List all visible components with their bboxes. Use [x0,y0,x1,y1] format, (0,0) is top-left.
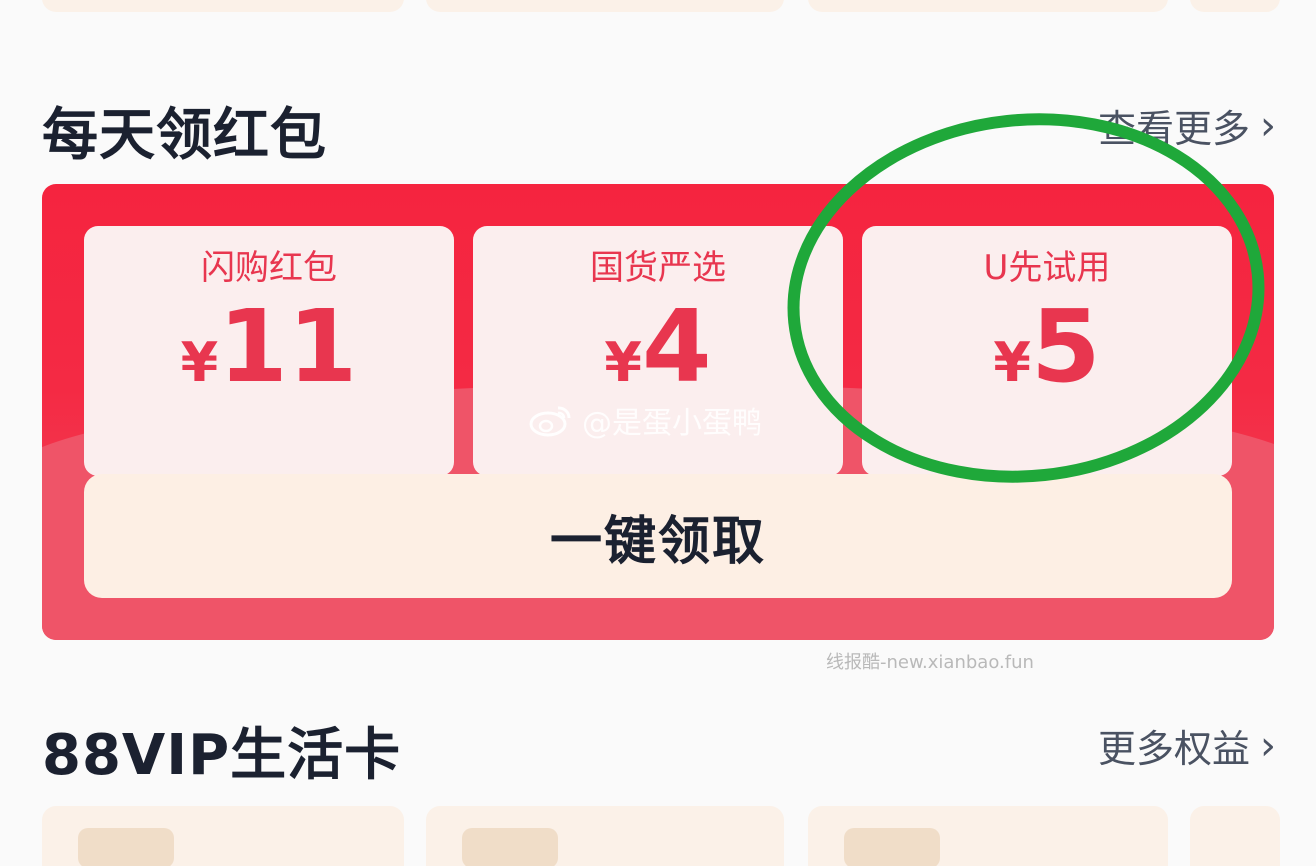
coupon-name: 国货严选 [590,248,726,288]
coupon-amount: ¥11 [84,288,454,405]
chevron-right-icon: › [1260,102,1276,149]
site-watermark: 线报酷-new.xianbao.fun [826,652,1034,673]
coupon-name: 闪购红包 [201,248,337,288]
currency-symbol: ¥ [604,331,642,394]
coupon-value: 5 [1030,288,1101,405]
coupon-value: 4 [641,288,712,405]
more-benefits-link[interactable]: 更多权益 › [1098,718,1276,773]
life-card-section-title: 88VIP生活卡 [42,723,402,788]
benefit-card[interactable] [808,806,1168,866]
top-card[interactable] [1190,0,1280,12]
benefit-card[interactable] [42,806,404,866]
red-packet-section-title: 每天领红包 [42,103,327,168]
top-card[interactable] [42,0,404,12]
view-more-link[interactable]: 查看更多 › [1098,98,1276,153]
more-benefits-label: 更多权益 [1097,727,1250,771]
coupon-amount: ¥5 [862,288,1232,405]
coupon-card[interactable]: U先试用 ¥5 [862,226,1232,476]
benefit-thumbnail [78,828,174,866]
coupon-name: U先试用 [983,248,1111,288]
currency-symbol: ¥ [993,331,1031,394]
view-more-label: 查看更多 [1097,107,1250,151]
coupon-amount: ¥4 [473,288,843,405]
weibo-watermark: @是蛋小蛋鸭 [528,398,762,442]
benefit-thumbnail [844,828,940,866]
weibo-handle: @是蛋小蛋鸭 [582,406,762,441]
coupon-value: 11 [218,288,358,405]
benefit-thumbnail [462,828,558,866]
coupon-card[interactable]: 闪购红包 ¥11 [84,226,454,476]
chevron-right-icon: › [1260,722,1276,769]
weibo-icon [529,406,571,437]
top-card[interactable] [808,0,1168,12]
currency-symbol: ¥ [180,331,219,394]
claim-all-button[interactable]: 一键领取 [84,474,1232,598]
top-card[interactable] [426,0,784,12]
benefit-card[interactable] [1190,806,1280,866]
benefit-card[interactable] [426,806,784,866]
